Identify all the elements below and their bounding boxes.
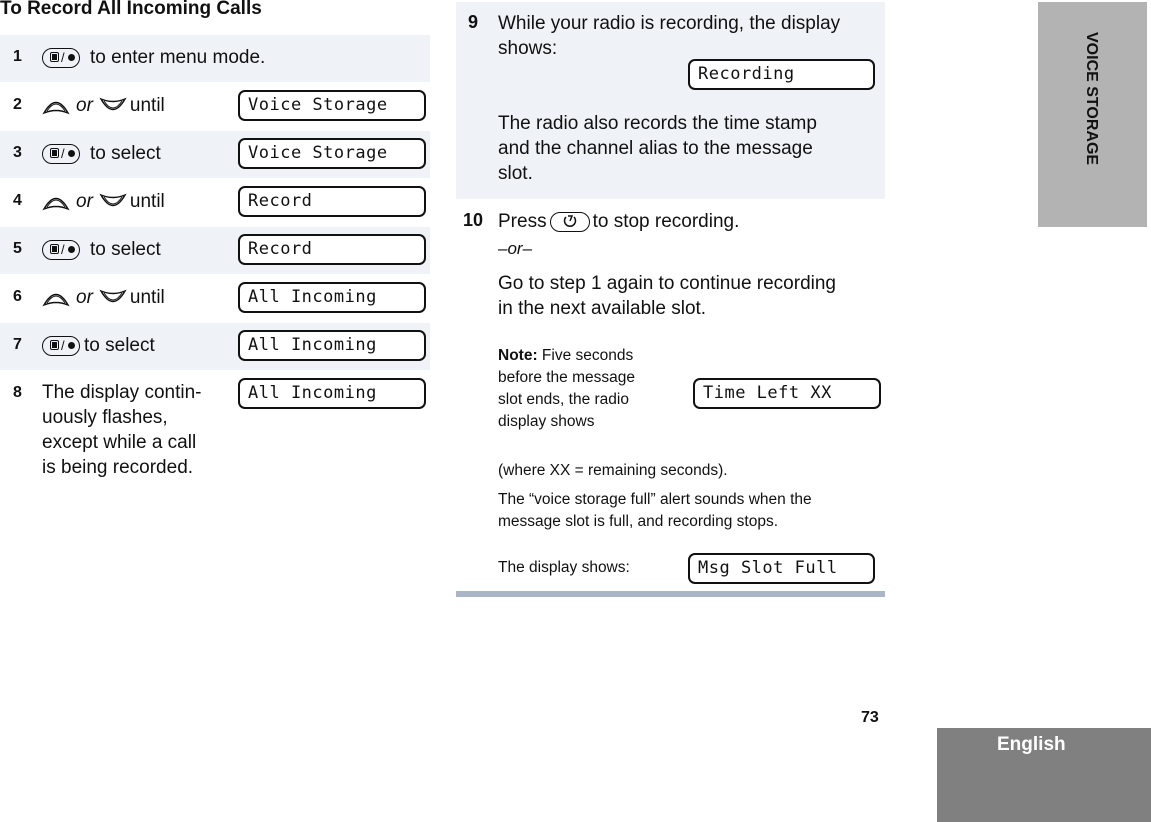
note-text: Note: Five seconds before the message sl… bbox=[498, 345, 635, 433]
step-row: 3 / to select Voice Storage bbox=[0, 131, 430, 178]
step-number: 10 bbox=[463, 210, 484, 230]
or-label: or bbox=[76, 191, 93, 212]
press-label: Press bbox=[498, 211, 547, 232]
or-separator: –or– bbox=[498, 239, 533, 258]
step-instruction: to select bbox=[90, 143, 161, 164]
display-screen: All Incoming bbox=[238, 282, 426, 313]
step-number: 3 bbox=[13, 144, 22, 161]
step-row: 1 / to enter menu mode. bbox=[0, 35, 430, 82]
step-row: 2 or until Voice Storage bbox=[0, 83, 430, 130]
step-number: 5 bbox=[13, 240, 22, 257]
step-instruction: until bbox=[129, 191, 165, 212]
text-line: and the channel alias to the message bbox=[498, 138, 813, 159]
step-10-alt: Go to step 1 again to continue recording… bbox=[498, 271, 836, 321]
step-text: / to enter menu mode. bbox=[42, 47, 265, 69]
home-key-icon bbox=[549, 211, 590, 232]
menu-select-key-icon: / bbox=[42, 144, 80, 164]
step-row: 5 / to select Record bbox=[0, 227, 430, 274]
step-instruction: to select bbox=[90, 239, 161, 260]
display-screen: Recording bbox=[688, 59, 875, 90]
down-arrow-key-icon bbox=[99, 97, 127, 111]
step-instruction: until bbox=[129, 95, 165, 116]
note-label: Note: bbox=[498, 347, 538, 364]
text-line: The display contin- bbox=[42, 382, 202, 403]
step-text: or until bbox=[42, 95, 165, 117]
display-screen: Voice Storage bbox=[238, 90, 426, 121]
display-screen: Voice Storage bbox=[238, 138, 426, 169]
section-tab[interactable]: VOICE STORAGE bbox=[1038, 2, 1147, 227]
page-title: To Record All Incoming Calls bbox=[0, 0, 262, 19]
display-screen: Time Left XX bbox=[693, 378, 881, 409]
step-10-text: Press to stop recording. bbox=[498, 209, 739, 234]
menu-select-key-icon: / bbox=[42, 48, 80, 68]
step-9-text: While your radio is recording, the displ… bbox=[498, 13, 841, 59]
display-screen: All Incoming bbox=[238, 378, 426, 409]
text-line: in the next available slot. bbox=[498, 298, 707, 319]
down-arrow-key-icon bbox=[99, 289, 127, 303]
step-text: / to select bbox=[42, 143, 161, 165]
step-number: 1 bbox=[13, 48, 22, 65]
alert-text: The “voice storage full” alert sounds wh… bbox=[498, 489, 812, 533]
up-arrow-key-icon bbox=[42, 197, 70, 211]
or-label: or bbox=[76, 95, 93, 116]
step-number: 4 bbox=[13, 192, 22, 209]
step-number: 8 bbox=[13, 384, 22, 401]
where-text: (where XX = remaining seconds). bbox=[498, 462, 728, 479]
step-instruction: to enter menu mode. bbox=[90, 47, 266, 68]
text-line: uously flashes, bbox=[42, 407, 168, 428]
step-number: 2 bbox=[13, 96, 22, 113]
page-number: 73 bbox=[861, 709, 879, 726]
up-arrow-key-icon bbox=[42, 293, 70, 307]
step-10-after: to stop recording. bbox=[592, 211, 740, 232]
or-label: or bbox=[76, 287, 93, 308]
text-line: is being recorded. bbox=[42, 457, 194, 478]
menu-select-key-icon: / bbox=[42, 336, 80, 356]
step-text: / to select bbox=[42, 239, 161, 261]
down-arrow-key-icon bbox=[99, 193, 127, 207]
text-line: display shows bbox=[498, 413, 595, 430]
step-row: 6 or until All Incoming bbox=[0, 275, 430, 322]
display-screen: Record bbox=[238, 234, 426, 265]
language-tab-label: English bbox=[997, 734, 1066, 755]
step-instruction: to select bbox=[84, 335, 155, 356]
step-row: 8 The display contin-uously flashes, excep… bbox=[0, 371, 430, 478]
section-tab-label: VOICE STORAGE bbox=[1083, 32, 1100, 166]
step-9-note: The radio also records the time stamp an… bbox=[498, 111, 817, 186]
step-text: or until bbox=[42, 287, 165, 309]
text-line: slot ends, the radio bbox=[498, 391, 629, 408]
display-shows-label: The display shows: bbox=[498, 559, 630, 576]
menu-select-key-icon: / bbox=[42, 240, 80, 260]
text-line: Five seconds bbox=[537, 347, 634, 364]
text-line: except while a call bbox=[42, 432, 197, 453]
step-text: / to select bbox=[42, 335, 155, 357]
step-text: or until bbox=[42, 191, 165, 213]
step-text: The display contin-uously flashes, except… bbox=[42, 380, 201, 480]
text-line: message slot is full, and recording stop… bbox=[498, 513, 778, 530]
step-number: 6 bbox=[13, 288, 22, 305]
step-row: 7/to select All Incoming bbox=[0, 323, 430, 370]
step-instruction: until bbox=[129, 287, 165, 308]
step-number: 7 bbox=[13, 336, 22, 353]
display-screen: All Incoming bbox=[238, 330, 426, 361]
display-screen: Msg Slot Full bbox=[688, 553, 875, 584]
display-screen: Record bbox=[238, 186, 426, 217]
text-line: The radio also records the time stamp bbox=[498, 113, 817, 134]
text-line: The “voice storage full” alert sounds wh… bbox=[498, 491, 812, 508]
up-arrow-key-icon bbox=[42, 101, 70, 115]
step-row: 4 or until Record bbox=[0, 179, 430, 226]
section-rule bbox=[456, 591, 885, 597]
text-line: Go to step 1 again to continue recording bbox=[498, 273, 837, 294]
step-number: 9 bbox=[468, 12, 479, 32]
language-tab[interactable]: English bbox=[937, 728, 1151, 822]
text-line: before the message bbox=[498, 369, 636, 386]
text-line: slot. bbox=[498, 163, 533, 184]
